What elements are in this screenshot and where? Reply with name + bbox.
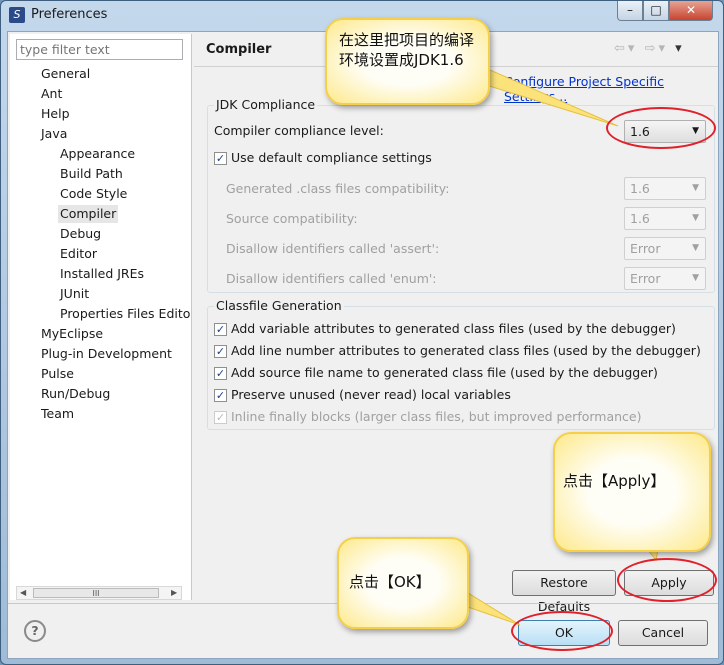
highlight-ok [511,611,613,651]
callout-compiler: 在这里把项目的编译环境设置成JDK1.6 [325,18,490,105]
callout-ok: 点击【OK】 [337,537,469,629]
highlight-compliance-select [606,107,716,149]
callout-apply: 点击【Apply】 [553,432,711,552]
callout-pointer-compiler [468,69,619,127]
highlight-apply [617,558,717,602]
